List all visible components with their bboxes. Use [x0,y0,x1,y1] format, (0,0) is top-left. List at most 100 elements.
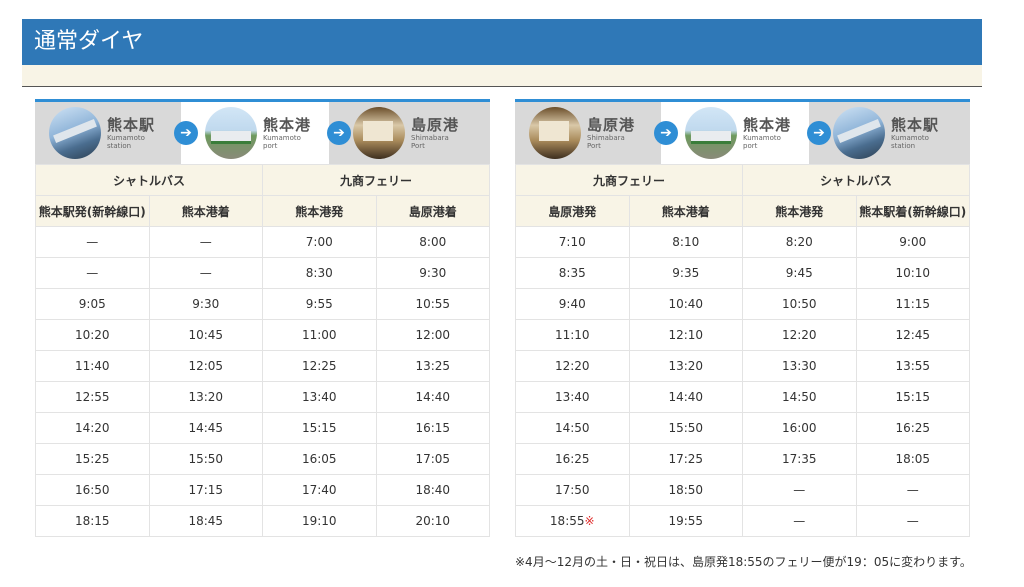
outbound-timetable: 熊本駅 Kumamoto station 熊本港 Kumamoto port 島… [35,99,490,537]
column-header: 熊本港発 [262,195,377,227]
stop-sub: station [107,142,132,150]
time-cell: 8:20 [742,226,857,258]
table-row: 8:35 9:35 9:45 10:10 [515,257,970,289]
time-value: 14:20 [74,421,110,435]
time-cell: 8:30 [262,257,377,289]
time-value: 12:10 [668,328,704,342]
kumamoto-station-photo [833,107,885,159]
time-cell: 12:05 [148,350,263,382]
time-value: 8:10 [672,235,700,249]
time-cell: 17:40 [262,474,377,506]
arrow-right-icon: ➔ [807,121,831,145]
time-cell: 13:40 [515,381,630,413]
time-value: 11:15 [895,297,931,311]
time-cell: 9:05 [35,288,150,320]
time-cell: 15:15 [855,381,970,413]
time-value: 14:40 [415,390,451,404]
table-row: 9:05 9:30 9:55 10:55 [35,288,490,320]
time-value: 14:50 [554,421,590,435]
route-stop-1: 熊本駅 Kumamoto station [35,102,181,164]
outbound-route-header: 熊本駅 Kumamoto station 熊本港 Kumamoto port 島… [35,99,490,164]
time-cell: 14:20 [35,412,150,444]
time-cell: 12:25 [262,350,377,382]
time-cell: 15:50 [628,412,743,444]
route-stop-2: 熊本港 Kumamoto port [661,102,809,164]
time-cell: 16:25 [855,412,970,444]
stop-sub: Shimabara [411,134,449,142]
time-cell: 13:25 [375,350,490,382]
time-value: 9:45 [785,266,813,280]
time-value: 10:55 [415,297,451,311]
table-row: 9:40 10:40 10:50 11:15 [515,288,970,320]
time-value: 13:20 [188,390,224,404]
stop-name: 熊本港 [263,116,312,134]
time-cell: 17:25 [628,443,743,475]
time-cell: — [855,474,970,506]
time-cell: 18:05 [855,443,970,475]
time-cell: 18:45 [148,505,263,537]
time-value: 16:50 [74,483,110,497]
time-cell: 17:15 [148,474,263,506]
time-cell: 13:20 [628,350,743,382]
time-value: 10:40 [668,297,704,311]
group-header: シャトルバス [35,164,263,196]
route-stop-1: 島原港 Shimabara Port [515,102,661,164]
stop-sub: Shimabara [587,134,625,142]
time-cell: 11:00 [262,319,377,351]
time-value: 16:05 [301,452,337,466]
arrow-right-icon: ➔ [654,121,678,145]
time-value: 12:00 [415,328,451,342]
kumamoto-port-photo [205,107,257,159]
time-cell: 14:50 [742,381,857,413]
table-row: 18:15 18:45 19:10 20:10 [35,505,490,537]
time-value: 12:20 [554,359,590,373]
time-value: — [793,483,806,497]
time-cell: 13:55 [855,350,970,382]
time-cell: — [855,505,970,537]
time-value: — [199,235,212,249]
table-row: — — 7:00 8:00 [35,226,490,258]
time-cell: 19:10 [262,505,377,537]
table-row: 14:20 14:45 15:15 16:15 [35,412,490,444]
time-value: 12:25 [301,359,337,373]
table-row: 16:50 17:15 17:40 18:40 [35,474,490,506]
time-value: 16:00 [781,421,817,435]
time-cell: 15:15 [262,412,377,444]
time-cell: 13:40 [262,381,377,413]
time-cell: 12:20 [742,319,857,351]
page-title: 通常ダイヤ [22,19,982,65]
time-cell: 10:40 [628,288,743,320]
time-cell: 8:00 [375,226,490,258]
return-table-body: 7:10 8:10 8:20 9:00 8:35 9:35 9:45 10:10 9:40 10:… [515,226,970,537]
stop-sub: Kumamoto [743,134,781,142]
time-value: 20:10 [415,514,451,528]
time-value: 7:00 [305,235,333,249]
time-cell: 12:20 [515,350,630,382]
time-cell: 17:05 [375,443,490,475]
time-value: 14:50 [781,390,817,404]
group-header: シャトルバス [742,164,970,196]
time-cell: 9:30 [148,288,263,320]
time-value: 16:25 [554,452,590,466]
time-cell: 16:50 [35,474,150,506]
stop-name: 熊本駅 [891,116,940,134]
time-value: 7:10 [558,235,586,249]
time-value: — [86,266,99,280]
table-row: 12:20 13:20 13:30 13:55 [515,350,970,382]
time-value: 11:00 [301,328,337,342]
table-row: — — 8:30 9:30 [35,257,490,289]
time-value: — [199,266,212,280]
schedule-note: ※4月～12月の土・日・祝日は、島原発18:55のフェリー便が19：05に変わり… [515,555,972,569]
time-cell: 11:15 [855,288,970,320]
arrow-right-icon: ➔ [174,121,198,145]
time-value: 13:55 [895,359,931,373]
kumamoto-port-photo [685,107,737,159]
outbound-table-body: — — 7:00 8:00 — — 8:30 9:30 9:05 9:30 9:55 10:55 10:… [35,226,490,537]
time-cell: 7:00 [262,226,377,258]
column-header: 熊本駅着(新幹線口) [855,195,970,227]
stop-sub: port [263,142,278,150]
time-value: 11:10 [554,328,590,342]
time-value: 15:25 [74,452,110,466]
table-row: 14:50 15:50 16:00 16:25 [515,412,970,444]
time-cell: 12:45 [855,319,970,351]
